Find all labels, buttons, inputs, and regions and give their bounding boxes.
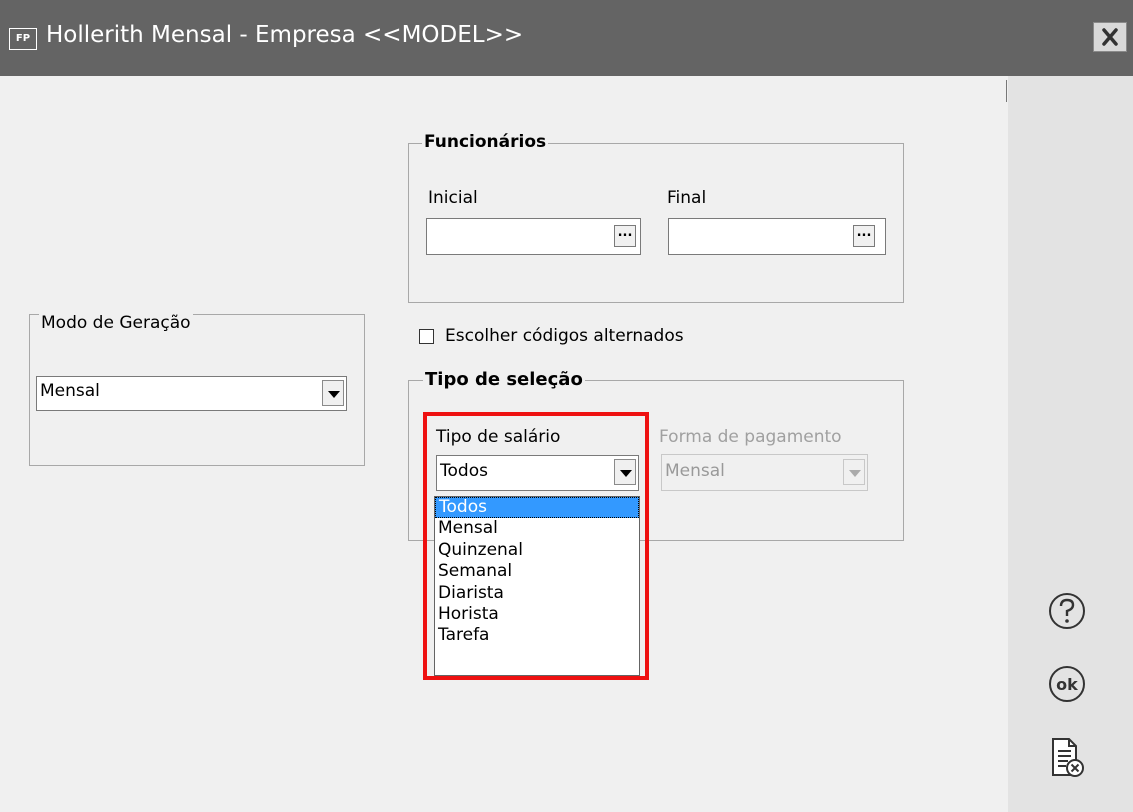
tipo-salario-label: Tipo de salário — [436, 427, 561, 447]
dropdown-option-mensal[interactable]: Mensal — [435, 518, 639, 539]
document-cancel-icon — [1052, 738, 1084, 777]
title-bar: FP Hollerith Mensal - Empresa <<MODEL>> — [0, 0, 1133, 76]
question-circle-icon — [1049, 593, 1085, 629]
chevron-down-icon — [620, 470, 632, 477]
dropdown-option-quinzenal[interactable]: Quinzenal — [435, 540, 639, 561]
svg-text:ok: ok — [1056, 675, 1078, 694]
escolher-codigos-checkbox[interactable] — [419, 329, 434, 344]
modo-geracao-value: Mensal — [40, 381, 100, 401]
close-icon — [1102, 28, 1118, 46]
panel-divider — [1006, 80, 1007, 102]
modo-geracao-dropdown-button[interactable] — [322, 380, 344, 406]
ok-button[interactable]: ok — [1048, 665, 1086, 703]
dropdown-option-horista[interactable]: Horista — [435, 604, 639, 625]
inicial-lookup-button[interactable]: ... — [614, 225, 636, 247]
chevron-down-icon — [328, 391, 340, 398]
escolher-codigos-label[interactable]: Escolher códigos alternados — [445, 326, 684, 346]
dropdown-option-todos[interactable]: Todos — [435, 497, 639, 519]
tipo-salario-options-list[interactable]: Todos Mensal Quinzenal Semanal Diarista … — [434, 496, 640, 676]
funcionario-inicial-input[interactable] — [426, 218, 641, 255]
window-title: Hollerith Mensal - Empresa <<MODEL>> — [46, 22, 524, 48]
dropdown-option-tarefa[interactable]: Tarefa — [435, 625, 639, 646]
dropdown-option-semanal[interactable]: Semanal — [435, 561, 639, 582]
chevron-down-icon — [849, 470, 861, 477]
forma-pagamento-dropdown-button — [843, 459, 865, 485]
final-label: Final — [667, 188, 707, 208]
modo-geracao-legend: Modo de Geração — [39, 313, 193, 333]
final-lookup-button[interactable]: ... — [853, 225, 875, 247]
funcionarios-legend: Funcionários — [422, 132, 549, 152]
modo-geracao-select[interactable]: Mensal — [36, 376, 347, 411]
tipo-salario-dropdown-button[interactable] — [614, 459, 636, 485]
ok-circle-icon: ok — [1049, 666, 1085, 702]
tipo-selecao-legend: Tipo de seleção — [423, 369, 585, 390]
forma-pagamento-value: Mensal — [665, 461, 725, 481]
forma-pagamento-select: Mensal — [661, 454, 868, 491]
help-button[interactable] — [1048, 592, 1086, 630]
tipo-salario-value: Todos — [440, 461, 488, 481]
inicial-label: Inicial — [428, 188, 478, 208]
close-button[interactable] — [1093, 22, 1127, 52]
tipo-salario-select[interactable]: Todos — [436, 455, 639, 491]
cancel-button[interactable] — [1050, 737, 1086, 779]
forma-pagamento-label: Forma de pagamento — [659, 427, 842, 447]
dropdown-option-diarista[interactable]: Diarista — [435, 583, 639, 604]
app-icon: FP — [9, 28, 37, 50]
